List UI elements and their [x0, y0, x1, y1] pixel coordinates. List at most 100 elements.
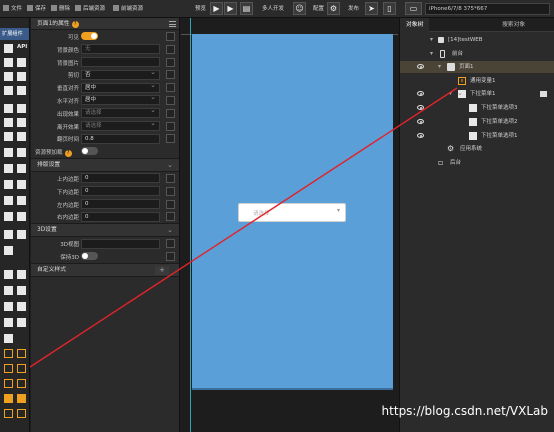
layout-section-header[interactable]: 排版设置 ⌄ [31, 157, 179, 172]
column-tool-icon[interactable] [4, 270, 13, 279]
link-icon[interactable] [166, 121, 175, 131]
menu-icon[interactable] [169, 21, 176, 27]
dot-tool-icon[interactable] [4, 334, 13, 343]
user-icon[interactable]: ☺ [293, 2, 306, 15]
preload-toggle[interactable] [81, 147, 98, 156]
upload-tool-icon[interactable] [4, 180, 13, 189]
storage-tool-icon[interactable] [17, 394, 26, 403]
network-tool-icon[interactable] [4, 409, 13, 418]
dropdown-component[interactable]: 请选择 ▾ [238, 203, 346, 222]
tree-item-page1[interactable]: ▾ 页面1 [400, 61, 554, 73]
padding-field[interactable]: 0 [81, 199, 160, 210]
padding-field[interactable]: 0 [81, 173, 160, 184]
qr-tool-icon[interactable] [17, 180, 26, 189]
chart2-tool-icon[interactable] [17, 286, 26, 295]
backend-resources-button[interactable]: 后端资源 [75, 4, 105, 14]
checkbox-tool-icon[interactable] [17, 132, 26, 141]
property-field[interactable]: 居中 [81, 93, 160, 106]
tab-extension-components[interactable]: 扩展组件 [0, 28, 29, 40]
eye-icon[interactable] [417, 64, 424, 69]
form-tool-icon[interactable] [4, 230, 13, 239]
eye-icon[interactable] [417, 91, 424, 96]
tree-item-dropdown1[interactable]: ▾ 下拉菜单1 [400, 87, 554, 100]
delete-button[interactable]: 删除 [51, 4, 70, 14]
badge-tool-icon[interactable] [4, 196, 13, 205]
number-tool-icon[interactable] [17, 212, 26, 221]
add-style-button[interactable]: + [155, 265, 169, 275]
api-label[interactable]: API [17, 44, 27, 50]
link-icon[interactable] [166, 239, 175, 249]
play-icon[interactable]: ▶ [210, 2, 223, 15]
tree-item-option2[interactable]: 下拉菜单选项2 [400, 116, 554, 128]
slider-tool-icon[interactable] [4, 164, 13, 173]
video-tool-icon[interactable] [17, 148, 26, 157]
row-3d-view-field[interactable] [81, 238, 160, 249]
property-field[interactable]: 否 [81, 68, 160, 80]
comment-icon[interactable] [540, 91, 547, 97]
save-button[interactable]: 保存 [27, 4, 46, 14]
frontend-resources-button[interactable]: 前端资源 [113, 4, 143, 14]
help-icon[interactable]: ? [71, 21, 79, 28]
tree-item-frontend[interactable]: ▾ 前台 [400, 48, 554, 60]
eye-icon[interactable] [417, 133, 424, 138]
monitor-icon[interactable]: ▭ [405, 2, 422, 15]
tree-item-option1[interactable]: 下拉菜单选项1 [400, 130, 554, 142]
grid-tool-icon[interactable] [4, 86, 13, 95]
doc-tool-icon[interactable] [17, 72, 26, 81]
tab-object-tree[interactable]: 对象树 [400, 18, 430, 32]
link-icon[interactable] [166, 108, 175, 118]
image-tool-icon[interactable] [4, 72, 13, 81]
music-tool-icon[interactable] [4, 148, 13, 157]
publish-button[interactable]: 发布 [348, 4, 359, 14]
tree-item-var1[interactable]: x 通用变量1 [400, 75, 554, 87]
vertical-guide[interactable] [190, 18, 191, 432]
link-icon[interactable] [166, 186, 175, 196]
link-icon[interactable] [166, 70, 175, 80]
calendar-tool-icon[interactable] [17, 196, 26, 205]
album-tool-icon[interactable] [17, 104, 26, 113]
table-tool-icon[interactable] [4, 246, 13, 255]
help-icon[interactable]: ? [64, 150, 72, 158]
share-tool-icon[interactable] [17, 409, 26, 418]
link-icon[interactable] [166, 212, 175, 222]
text-tool-icon[interactable] [4, 118, 13, 127]
visible-toggle[interactable] [81, 32, 98, 40]
link-icon[interactable] [166, 95, 175, 105]
eye-icon[interactable] [417, 119, 424, 124]
tree-item-project[interactable]: ▾ [14]testWEB [400, 34, 554, 46]
link-icon[interactable] [166, 134, 175, 144]
device-select[interactable]: iPhone6/7/8 375*667 [425, 3, 550, 15]
clock-tool-icon[interactable] [4, 318, 13, 327]
file-menu[interactable]: 文件 [3, 4, 22, 14]
gear-tool-icon[interactable] [4, 58, 13, 67]
keep-3d-toggle[interactable] [81, 251, 98, 260]
multi-dev-button[interactable]: 多人开发 [262, 4, 284, 14]
link-icon[interactable] [166, 173, 175, 183]
settings-icon[interactable]: ⚙ [327, 2, 340, 15]
time-tool-icon[interactable] [4, 212, 13, 221]
link-icon[interactable] [166, 57, 175, 67]
edit-tool-icon[interactable] [4, 132, 13, 141]
property-field[interactable]: 居中 [81, 81, 160, 93]
property-field[interactable]: 0.8 [81, 133, 160, 144]
phone-icon[interactable]: ▯ [383, 2, 396, 15]
tree-item-app-system[interactable]: ⚙ 应用系统 [400, 143, 554, 155]
row-tool-icon[interactable] [17, 270, 26, 279]
padding-field[interactable]: 0 [81, 211, 160, 222]
link-tool-icon[interactable] [17, 302, 26, 311]
tree-item-backend[interactable]: ▫ 后台 [400, 157, 554, 169]
link-icon[interactable] [166, 199, 175, 209]
property-field[interactable] [81, 57, 160, 68]
timer-tool-icon[interactable] [4, 394, 13, 403]
db-tool-icon[interactable] [17, 379, 26, 388]
list-bracket-tool-icon[interactable] [17, 364, 26, 373]
send-icon[interactable]: ➤ [365, 2, 378, 15]
section-3d-header[interactable]: 3D设置 ⌄ [31, 223, 179, 238]
doc-icon[interactable]: ▤ [240, 2, 253, 15]
property-field[interactable]: 无 [81, 44, 160, 55]
cube-tool-icon[interactable] [17, 58, 26, 67]
link-icon[interactable] [166, 83, 175, 93]
tree-item-option3[interactable]: 下拉菜单选项3 [400, 102, 554, 114]
obj-bracket-tool-icon[interactable] [4, 364, 13, 373]
sequence-tool-icon[interactable] [17, 164, 26, 173]
